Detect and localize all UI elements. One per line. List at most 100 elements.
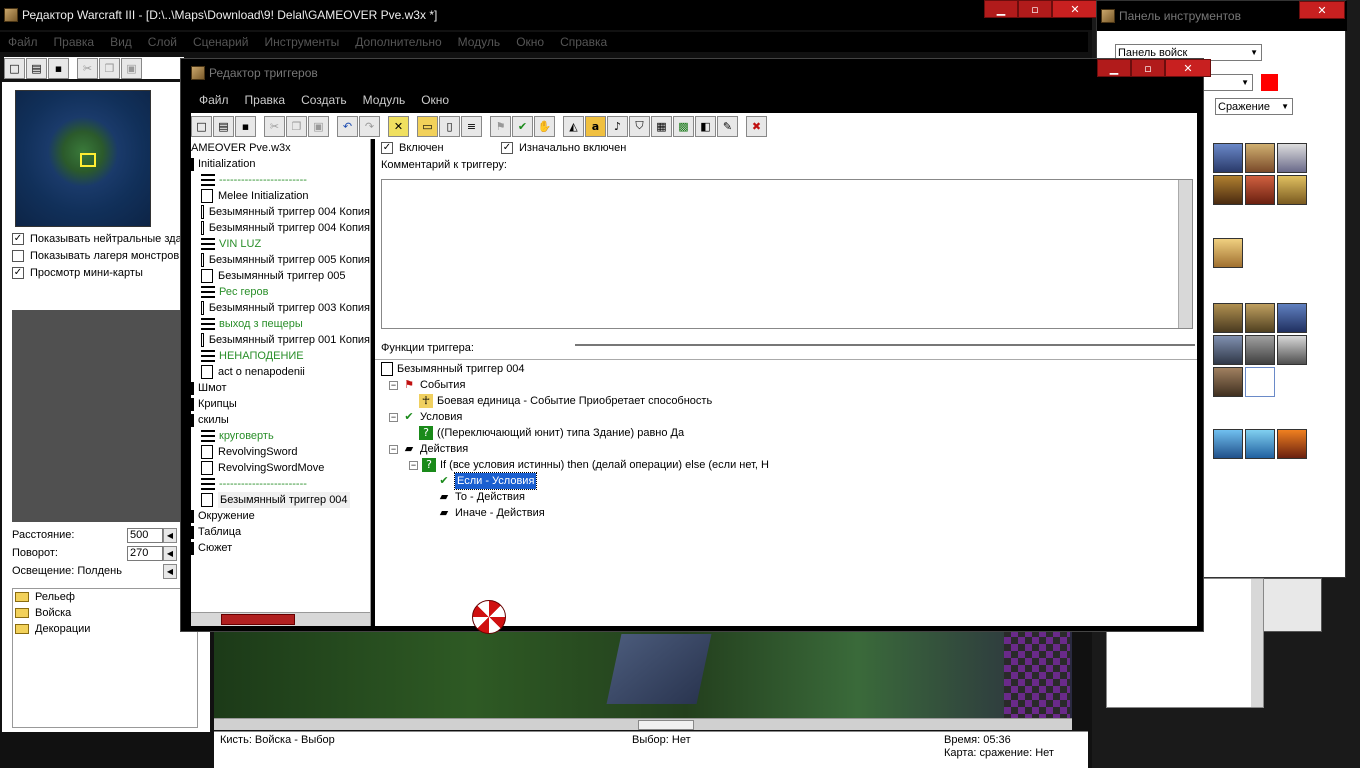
palette-terrain[interactable]: Рельеф: [35, 591, 75, 603]
trigger-tree-item[interactable]: ------------------------: [191, 476, 370, 492]
unit-portrait[interactable]: [1213, 143, 1243, 173]
new-category-icon[interactable]: ▭: [417, 115, 438, 137]
menu-advanced[interactable]: Дополнительно: [347, 35, 449, 49]
collapse-icon[interactable]: −: [409, 460, 418, 470]
function-tree-item[interactable]: ▰ То - Действия: [437, 489, 525, 505]
map-hscroll-thumb[interactable]: [638, 720, 694, 730]
trigger-tree-item[interactable]: VIN LUZ: [191, 236, 370, 252]
trigger-menu-edit[interactable]: Правка: [237, 93, 294, 107]
distance-arrow-icon[interactable]: ◀: [163, 527, 177, 543]
menu-layer[interactable]: Слой: [140, 35, 185, 49]
function-tree-item[interactable]: −? If (все условия истинны) then (делай о…: [409, 457, 769, 473]
trigger-tree-item[interactable]: скилы: [191, 412, 370, 428]
trigger-tree-item[interactable]: Крипцы: [191, 396, 370, 412]
minimap-preview-checkbox[interactable]: ✓: [12, 266, 24, 279]
trigger-tree-item[interactable]: Таблица: [191, 524, 370, 540]
function-tree-item[interactable]: ? ((Переключающий юнит) типа Здание) равн…: [419, 425, 684, 441]
trigger-tree-item[interactable]: Безымянный триггер 004 Копия: [191, 220, 370, 236]
main-title-bar[interactable]: Редактор Warcraft III - [D:\..\Maps\Down…: [0, 0, 1092, 30]
unit-portrait[interactable]: [1277, 303, 1307, 333]
object-editor-icon[interactable]: a: [585, 115, 606, 137]
trigger-tree-item[interactable]: Безымянный триггер 005 Копия: [191, 252, 370, 268]
trigger-tree-item[interactable]: круговерть: [191, 428, 370, 444]
creep-camps-checkbox[interactable]: [12, 249, 24, 262]
open-icon[interactable]: ▤: [26, 57, 47, 79]
enabled-checkbox[interactable]: ✓: [381, 142, 393, 154]
trigger-tree-item[interactable]: Безымянный триггер 003 Копия: [191, 300, 370, 316]
trigger-tree-item[interactable]: Initialization: [191, 156, 370, 172]
menu-tools[interactable]: Инструменты: [256, 35, 347, 49]
unit-portrait[interactable]: [1213, 303, 1243, 333]
object-manager-icon[interactable]: ◧: [695, 115, 716, 137]
unit-portrait[interactable]: [1213, 367, 1243, 397]
cut-icon[interactable]: ✂: [264, 115, 285, 137]
campaign-editor-icon[interactable]: ▦: [651, 115, 672, 137]
trigger-tree-item[interactable]: ------------------------: [191, 172, 370, 188]
menu-module[interactable]: Модуль: [450, 35, 509, 49]
tree-hscrollbar[interactable]: [191, 612, 370, 626]
menu-scenario[interactable]: Сценарий: [185, 35, 256, 49]
unit-portrait[interactable]: [1245, 175, 1275, 205]
trigger-tree-item[interactable]: RevolvingSword: [191, 444, 370, 460]
tool-panel-close-button[interactable]: ✕: [1299, 1, 1345, 19]
collapse-icon[interactable]: −: [389, 380, 398, 390]
trigger-tree-item[interactable]: Melee Initialization: [191, 188, 370, 204]
minimap[interactable]: [15, 90, 151, 227]
unit-portrait[interactable]: [1277, 335, 1307, 365]
trigger-tree-item[interactable]: Безымянный триггер 004 Копия: [191, 204, 370, 220]
unit-portrait[interactable]: [1213, 238, 1243, 268]
category-select[interactable]: Сражение ▼: [1215, 98, 1293, 115]
new-icon[interactable]: □: [191, 115, 212, 137]
menu-edit[interactable]: Правка: [46, 35, 103, 49]
trigger-tree-item[interactable]: act o nenapodenii: [191, 364, 370, 380]
trigger-menu-module[interactable]: Модуль: [355, 93, 414, 107]
trigger-tree-item[interactable]: выход з пещеры: [191, 316, 370, 332]
trigger-menu-window[interactable]: Окно: [413, 93, 457, 107]
terrain-editor-icon[interactable]: ◭: [563, 115, 584, 137]
import-manager-icon[interactable]: ▩: [673, 115, 694, 137]
trigger-menu-create[interactable]: Создать: [293, 93, 355, 107]
save-icon[interactable]: ▪: [235, 115, 256, 137]
sound-editor-icon[interactable]: ♪: [607, 115, 628, 137]
new-action-icon[interactable]: ✋: [534, 115, 555, 137]
redo-icon[interactable]: ↷: [359, 115, 380, 137]
menu-window[interactable]: Окно: [508, 35, 552, 49]
function-tree-item[interactable]: Безымянный триггер 004: [381, 361, 525, 377]
map-hscrollbar[interactable]: [214, 718, 1072, 730]
distance-field[interactable]: 500: [127, 527, 163, 543]
neutral-buildings-checkbox[interactable]: ✓: [12, 232, 24, 245]
trigger-maximize-button[interactable]: ▫: [1131, 59, 1165, 77]
initially-on-checkbox[interactable]: ✓: [501, 142, 513, 154]
tree-hscroll-thumb[interactable]: [221, 614, 295, 625]
unit-portrait[interactable]: [1245, 429, 1275, 459]
map-viewport[interactable]: [214, 630, 1072, 718]
trigger-tree-item[interactable]: Сюжет: [191, 540, 370, 556]
function-tree-item[interactable]: − ✔ Условия: [389, 409, 462, 425]
new-event-icon[interactable]: ⚑: [490, 115, 511, 137]
close-button[interactable]: ✕: [1052, 0, 1098, 18]
rotation-field[interactable]: 270: [127, 545, 163, 561]
unit-portrait[interactable]: [1245, 367, 1275, 397]
collapse-icon[interactable]: −: [389, 412, 398, 422]
trigger-tree-item[interactable]: Окружение: [191, 508, 370, 524]
new-condition-icon[interactable]: ✔: [512, 115, 533, 137]
unit-portrait[interactable]: [1213, 429, 1243, 459]
save-icon[interactable]: ▪: [48, 57, 69, 79]
trigger-tree-item[interactable]: Шмот: [191, 380, 370, 396]
trigger-tree-item[interactable]: Безымянный триггер 004: [191, 492, 370, 508]
trigger-tree-item[interactable]: Безымянный триггер 005: [191, 268, 370, 284]
palette-units[interactable]: Войска: [35, 607, 71, 619]
collapse-icon[interactable]: −: [389, 444, 398, 454]
new-comment-icon[interactable]: ≡: [461, 115, 482, 137]
rotation-arrow-icon[interactable]: ◀: [163, 545, 177, 561]
function-tree-item[interactable]: ✔ Если - Условия: [437, 472, 538, 490]
copy-icon[interactable]: ❐: [286, 115, 307, 137]
menu-view[interactable]: Вид: [102, 35, 140, 49]
copy-icon[interactable]: ❐: [99, 57, 120, 79]
delete-icon[interactable]: ✕: [388, 115, 409, 137]
trigger-menu-file[interactable]: Файл: [191, 93, 237, 107]
new-trigger-icon[interactable]: ▯: [439, 115, 460, 137]
comment-scrollbar[interactable]: [1178, 180, 1192, 328]
trigger-tree-item[interactable]: Рес геров: [191, 284, 370, 300]
unit-portrait[interactable]: [1213, 175, 1243, 205]
